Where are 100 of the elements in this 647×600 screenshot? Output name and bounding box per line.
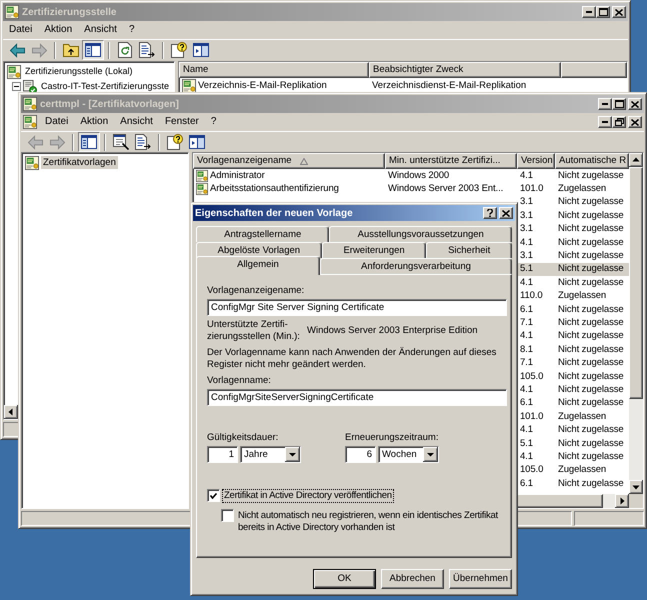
tab[interactable]: Erweiterungen bbox=[322, 242, 426, 258]
properties-button[interactable] bbox=[110, 132, 132, 152]
checkmark-icon bbox=[210, 492, 217, 498]
table-cell: Nicht zugelasse bbox=[558, 384, 624, 395]
table-cell: 3.1 bbox=[520, 210, 533, 221]
certificate-icon bbox=[196, 183, 208, 196]
table-cell: Nicht zugelasse bbox=[558, 357, 624, 368]
minimize-button[interactable] bbox=[598, 98, 612, 110]
tab[interactable]: Antragstellername bbox=[196, 226, 330, 242]
table-cell: 6.1 bbox=[520, 304, 533, 315]
table-cell: 105.0 bbox=[520, 464, 544, 476]
column-header[interactable]: Vorlagenanzeigename bbox=[193, 153, 385, 169]
certificate-icon[interactable] bbox=[23, 97, 37, 111]
close-button[interactable] bbox=[499, 207, 513, 219]
checkbox[interactable] bbox=[207, 489, 220, 502]
tab[interactable]: Anforderungsverarbeitung bbox=[320, 258, 512, 274]
tab[interactable]: Allgemein bbox=[196, 256, 320, 275]
scroll-left-arrow-icon[interactable] bbox=[4, 405, 18, 419]
menu-item[interactable]: Aktion bbox=[38, 23, 78, 37]
menu-item[interactable]: Datei bbox=[39, 115, 74, 129]
side-pane-icon bbox=[189, 135, 205, 149]
menu-item[interactable]: Ansicht bbox=[78, 23, 123, 37]
restore-button[interactable] bbox=[612, 116, 626, 128]
menu-item[interactable]: ? bbox=[122, 23, 141, 37]
list-item[interactable]: Administrator bbox=[210, 170, 265, 182]
menu-item[interactable]: ? bbox=[204, 115, 222, 129]
collapse-icon[interactable] bbox=[12, 82, 21, 91]
dropdown-arrow-icon[interactable] bbox=[285, 447, 300, 462]
number-input[interactable]: 6 bbox=[345, 446, 376, 463]
menu-item[interactable]: Ansicht bbox=[114, 115, 159, 129]
column-header[interactable]: Min. unterstützte Zertifizi... bbox=[385, 153, 517, 169]
maximize-button[interactable] bbox=[612, 98, 626, 110]
table-cell: 101.0 bbox=[520, 183, 544, 194]
column-header[interactable]: Version bbox=[517, 153, 555, 169]
show-tree-button[interactable] bbox=[82, 40, 104, 60]
menu-item[interactable]: Aktion bbox=[74, 115, 114, 129]
window-title: Zertifizierungsstelle bbox=[22, 6, 116, 18]
number-input[interactable]: 1 bbox=[207, 446, 238, 463]
text-input[interactable]: ConfigMgr Site Server Signing Certificate bbox=[207, 299, 507, 316]
action-pane-button[interactable] bbox=[186, 132, 208, 152]
tree-item[interactable]: Castro-IT-Test-Zertifizierungsste bbox=[39, 80, 172, 93]
dropdown-arrow-icon[interactable] bbox=[423, 447, 438, 462]
tree-item[interactable]: Zertifizierungsstelle (Lokal) bbox=[23, 65, 135, 78]
column-header[interactable]: Beabsichtigter Zweck bbox=[369, 62, 561, 78]
minimize-button[interactable] bbox=[582, 6, 596, 18]
close-icon bbox=[631, 118, 639, 126]
table-cell: 4.1 bbox=[520, 330, 533, 342]
column-header[interactable]: Automatische R bbox=[555, 153, 629, 169]
checkbox-label[interactable]: Zertifikat in Active Directory veröffentlichen bbox=[222, 489, 394, 503]
table-cell: 7.1 bbox=[520, 357, 533, 368]
table-cell: 110.0 bbox=[520, 290, 543, 302]
help-button[interactable] bbox=[168, 40, 190, 60]
apply-button[interactable]: Übernehmen bbox=[449, 569, 512, 589]
close-button[interactable] bbox=[628, 98, 642, 110]
field-label: Gültigkeitsdauer: bbox=[207, 432, 278, 444]
table-cell: Windows 2000 bbox=[388, 170, 450, 181]
show-tree-button[interactable] bbox=[78, 132, 100, 152]
checkbox-label[interactable]: Nicht automatisch neu registrieren, wenn ein identisches Zertifikat bereits in Active Directory vorhanden ist bbox=[236, 509, 507, 535]
close-button[interactable] bbox=[612, 6, 626, 18]
table-cell: Zugelassen bbox=[558, 290, 606, 302]
certificate-icon[interactable] bbox=[5, 5, 19, 19]
window-title: Eigenschaften der neuen Vorlage bbox=[195, 206, 353, 220]
menu-item[interactable]: Datei bbox=[3, 23, 38, 37]
close-button[interactable] bbox=[628, 116, 642, 128]
table-cell: Nicht zugelasse bbox=[558, 223, 624, 234]
table-cell: Nicht zugelasse bbox=[558, 344, 624, 355]
dropdown[interactable]: Jahre bbox=[240, 446, 301, 463]
tree-item[interactable]: Zertifikatvorlagen bbox=[41, 156, 118, 169]
table-cell: 3.1 bbox=[520, 196, 533, 208]
help-button[interactable] bbox=[164, 132, 186, 152]
minimize-button[interactable] bbox=[598, 116, 612, 128]
window-title: certtmpl - [Zertifikatvorlagen] bbox=[40, 98, 179, 110]
scroll-down-arrow-icon[interactable] bbox=[629, 480, 643, 494]
maximize-button[interactable] bbox=[596, 6, 610, 18]
action-pane-button[interactable] bbox=[190, 40, 212, 60]
certificate-icon[interactable] bbox=[23, 115, 37, 129]
maximize-icon bbox=[614, 100, 624, 108]
tab[interactable]: Ausstellungsvoraussetzungen bbox=[329, 226, 512, 242]
scrollbar-thumb[interactable] bbox=[629, 167, 643, 399]
forward-arrow-icon bbox=[32, 42, 46, 58]
scroll-up-arrow-icon[interactable] bbox=[629, 153, 643, 167]
menu-item[interactable]: Fenster bbox=[158, 115, 205, 129]
column-header[interactable]: Name bbox=[179, 62, 369, 78]
tab[interactable]: Sicherheit bbox=[426, 242, 512, 258]
certificate-icon bbox=[7, 64, 21, 78]
table-cell: Windows Server 2003 Ent... bbox=[388, 183, 504, 194]
ok-button[interactable]: OK bbox=[313, 569, 376, 589]
field-label: Vorlagenanzeigename: bbox=[207, 285, 304, 297]
help-button[interactable] bbox=[483, 207, 497, 219]
list-item[interactable]: Verzeichnis-E-Mail-Replikation bbox=[198, 80, 327, 92]
info-text: Der Vorlagenname kann nach Anwenden der Änderungen auf dieses Register nicht mehr geändert werden. bbox=[207, 347, 498, 371]
scroll-right-arrow-icon[interactable] bbox=[615, 494, 629, 508]
table-cell: Nicht zugelasse bbox=[558, 397, 624, 408]
checkbox[interactable] bbox=[221, 509, 234, 522]
table-cell: 4.1 bbox=[520, 236, 533, 248]
cancel-button[interactable]: Abbrechen bbox=[381, 569, 444, 589]
window-pointer-icon bbox=[113, 134, 129, 150]
text-input[interactable]: ConfigMgrSiteServerSigningCertificate bbox=[207, 389, 507, 406]
dropdown[interactable]: Wochen bbox=[378, 446, 439, 463]
list-item[interactable]: Arbeitsstationsauthentifizierung bbox=[210, 183, 339, 196]
